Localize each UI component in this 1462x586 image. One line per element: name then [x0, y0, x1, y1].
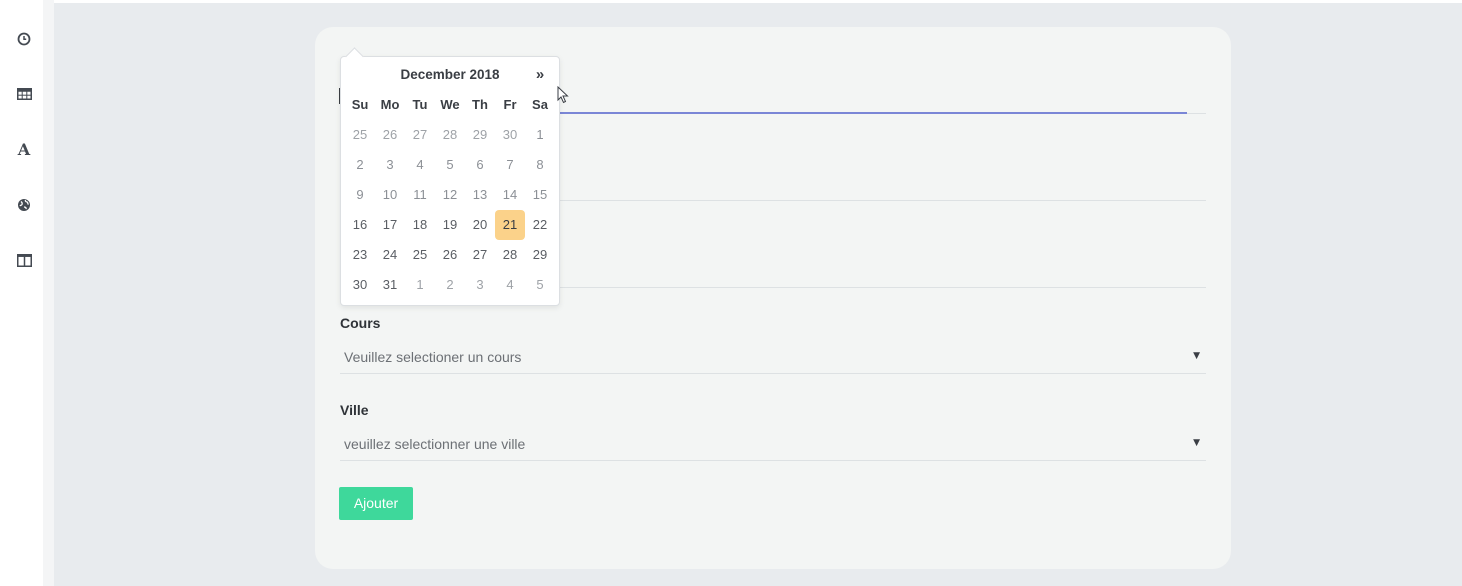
day-cell[interactable]: 25 — [345, 120, 375, 150]
day-cell[interactable]: 22 — [525, 210, 555, 240]
cours-select-value: Veuillez selectioner un cours — [344, 349, 522, 365]
day-cell[interactable]: 25 — [405, 240, 435, 270]
day-cell[interactable]: 12 — [435, 180, 465, 210]
font-icon[interactable]: A — [16, 142, 32, 158]
day-cell[interactable]: 15 — [525, 180, 555, 210]
weekday-header: Su — [351, 97, 369, 112]
day-cell[interactable]: 13 — [465, 180, 495, 210]
selected-day[interactable]: 21 — [495, 210, 525, 240]
day-cell[interactable]: 23 — [345, 240, 375, 270]
day-cell[interactable]: 29 — [465, 120, 495, 150]
day-cell[interactable]: 2 — [435, 270, 465, 300]
caret-down-icon: ▼ — [1193, 438, 1200, 448]
weekday-header: Sa — [532, 97, 548, 112]
day-cell[interactable]: 8 — [525, 150, 555, 180]
columns-icon[interactable] — [16, 252, 32, 268]
weekday-header: Mo — [380, 97, 400, 112]
day-cell[interactable]: 9 — [345, 180, 375, 210]
top-strip — [54, 0, 1462, 3]
sidebar: A — [0, 0, 43, 586]
day-cell[interactable]: 29 — [525, 240, 555, 270]
add-button[interactable]: Ajouter — [339, 487, 413, 520]
clock-icon[interactable] — [16, 31, 32, 47]
datepicker-grid: Su Mo Tu We Th Fr Sa 25 26 27 28 29 30 1 2 3 4 5 6 7 8 9 10 11 1… — [345, 90, 555, 300]
ville-select[interactable]: veuillez selectionner une ville ▼ — [340, 429, 1206, 459]
date-input-underline-rest — [1187, 113, 1206, 114]
day-cell[interactable]: 10 — [375, 180, 405, 210]
day-cell[interactable]: 26 — [435, 240, 465, 270]
day-cell[interactable]: 18 — [405, 210, 435, 240]
datepicker-month-title[interactable]: December 2018 — [381, 67, 519, 82]
sidebar-divider — [43, 0, 54, 586]
day-cell[interactable]: 7 — [495, 150, 525, 180]
weekday-header: Tu — [412, 97, 428, 112]
datepicker: December 2018 » Su Mo Tu We Th Fr Sa 25 26 27 28 29… — [340, 47, 560, 306]
font-icon-glyph: A — [17, 140, 31, 159]
day-cell[interactable]: 24 — [375, 240, 405, 270]
day-cell[interactable]: 31 — [375, 270, 405, 300]
day-cell[interactable]: 1 — [405, 270, 435, 300]
weekday-header: Fr — [503, 97, 517, 112]
day-cell[interactable]: 30 — [495, 120, 525, 150]
day-cell[interactable]: 28 — [495, 240, 525, 270]
day-cell[interactable]: 14 — [495, 180, 525, 210]
day-cell[interactable]: 27 — [405, 120, 435, 150]
caret-down-icon: ▼ — [1193, 351, 1200, 361]
cours-underline — [340, 373, 1206, 374]
day-cell[interactable]: 3 — [465, 270, 495, 300]
day-cell[interactable]: 4 — [405, 150, 435, 180]
ville-underline — [340, 460, 1206, 461]
day-cell[interactable]: 20 — [465, 210, 495, 240]
weekday-header: Th — [472, 97, 488, 112]
mouse-cursor-icon — [557, 86, 569, 104]
day-cell[interactable]: 16 — [345, 210, 375, 240]
weekday-header: We — [440, 97, 460, 112]
datepicker-header: December 2018 » — [341, 67, 559, 87]
day-cell[interactable]: 28 — [435, 120, 465, 150]
day-cell[interactable]: 5 — [435, 150, 465, 180]
cours-label: Cours — [340, 315, 381, 331]
day-cell[interactable]: 11 — [405, 180, 435, 210]
day-cell[interactable]: 3 — [375, 150, 405, 180]
day-cell[interactable]: 17 — [375, 210, 405, 240]
ville-select-value: veuillez selectionner une ville — [344, 436, 526, 452]
day-cell[interactable]: 1 — [525, 120, 555, 150]
day-cell[interactable]: 19 — [435, 210, 465, 240]
globe-icon[interactable] — [16, 197, 32, 213]
day-cell[interactable]: 2 — [345, 150, 375, 180]
day-cell[interactable]: 26 — [375, 120, 405, 150]
day-cell[interactable]: 4 — [495, 270, 525, 300]
day-cell[interactable]: 30 — [345, 270, 375, 300]
table-icon[interactable] — [16, 86, 32, 102]
ville-label: Ville — [340, 402, 369, 418]
day-cell[interactable]: 6 — [465, 150, 495, 180]
day-cell[interactable]: 27 — [465, 240, 495, 270]
cours-select[interactable]: Veuillez selectioner un cours ▼ — [340, 342, 1206, 372]
next-month-button[interactable]: » — [529, 67, 551, 83]
day-cell[interactable]: 5 — [525, 270, 555, 300]
